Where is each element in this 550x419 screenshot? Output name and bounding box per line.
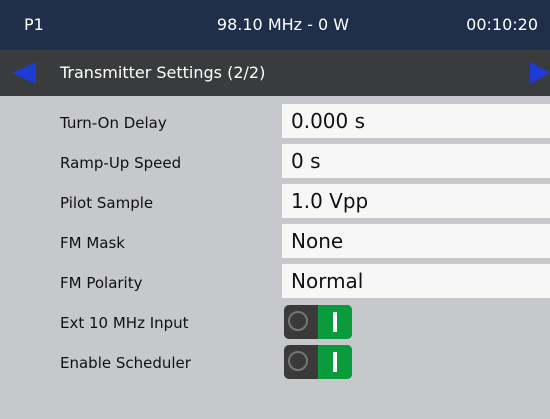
arrow-left-icon <box>12 62 36 84</box>
setting-label: FM Mask <box>60 234 125 252</box>
toggle-on-icon <box>318 305 352 339</box>
setting-label: Turn-On Delay <box>60 114 167 132</box>
previous-page-button[interactable] <box>0 50 42 96</box>
setting-row-turn-on-delay: Turn-On Delay 0.000 s <box>0 102 550 142</box>
title-bar: Transmitter Settings (2/2) <box>0 50 550 96</box>
ext-10mhz-input-toggle[interactable] <box>284 305 352 339</box>
toggle-on-icon <box>318 345 352 379</box>
clock: 00:10:20 <box>466 15 538 34</box>
toggle-off-icon <box>288 311 308 331</box>
toggle-off-icon <box>288 351 308 371</box>
fm-mask-field[interactable]: None <box>282 224 550 258</box>
frequency-power-readout: 98.10 MHz - 0 W <box>216 15 350 34</box>
setting-row-ext-10mhz-input: Ext 10 MHz Input <box>0 302 550 342</box>
setting-row-enable-scheduler: Enable Scheduler <box>0 342 550 382</box>
status-bar: P1 98.10 MHz - 0 W 00:10:20 <box>0 0 550 50</box>
turn-on-delay-field[interactable]: 0.000 s <box>282 104 550 138</box>
arrow-right-icon <box>530 62 550 84</box>
setting-label: FM Polarity <box>60 274 143 292</box>
setting-row-ramp-up-speed: Ramp-Up Speed 0 s <box>0 142 550 182</box>
setting-label: Ext 10 MHz Input <box>60 314 189 332</box>
setting-row-pilot-sample: Pilot Sample 1.0 Vpp <box>0 182 550 222</box>
setting-row-fm-polarity: FM Polarity Normal <box>0 262 550 302</box>
setting-label: Enable Scheduler <box>60 354 191 372</box>
fm-polarity-field[interactable]: Normal <box>282 264 550 298</box>
pilot-sample-field[interactable]: 1.0 Vpp <box>282 184 550 218</box>
program-indicator: P1 <box>24 15 44 34</box>
page-title: Transmitter Settings (2/2) <box>60 63 266 82</box>
next-page-button[interactable] <box>508 50 550 96</box>
settings-panel: Turn-On Delay 0.000 s Ramp-Up Speed 0 s … <box>0 96 550 419</box>
ramp-up-speed-field[interactable]: 0 s <box>282 144 550 178</box>
setting-label: Ramp-Up Speed <box>60 154 182 172</box>
setting-label: Pilot Sample <box>60 194 154 212</box>
enable-scheduler-toggle[interactable] <box>284 345 352 379</box>
setting-row-fm-mask: FM Mask None <box>0 222 550 262</box>
